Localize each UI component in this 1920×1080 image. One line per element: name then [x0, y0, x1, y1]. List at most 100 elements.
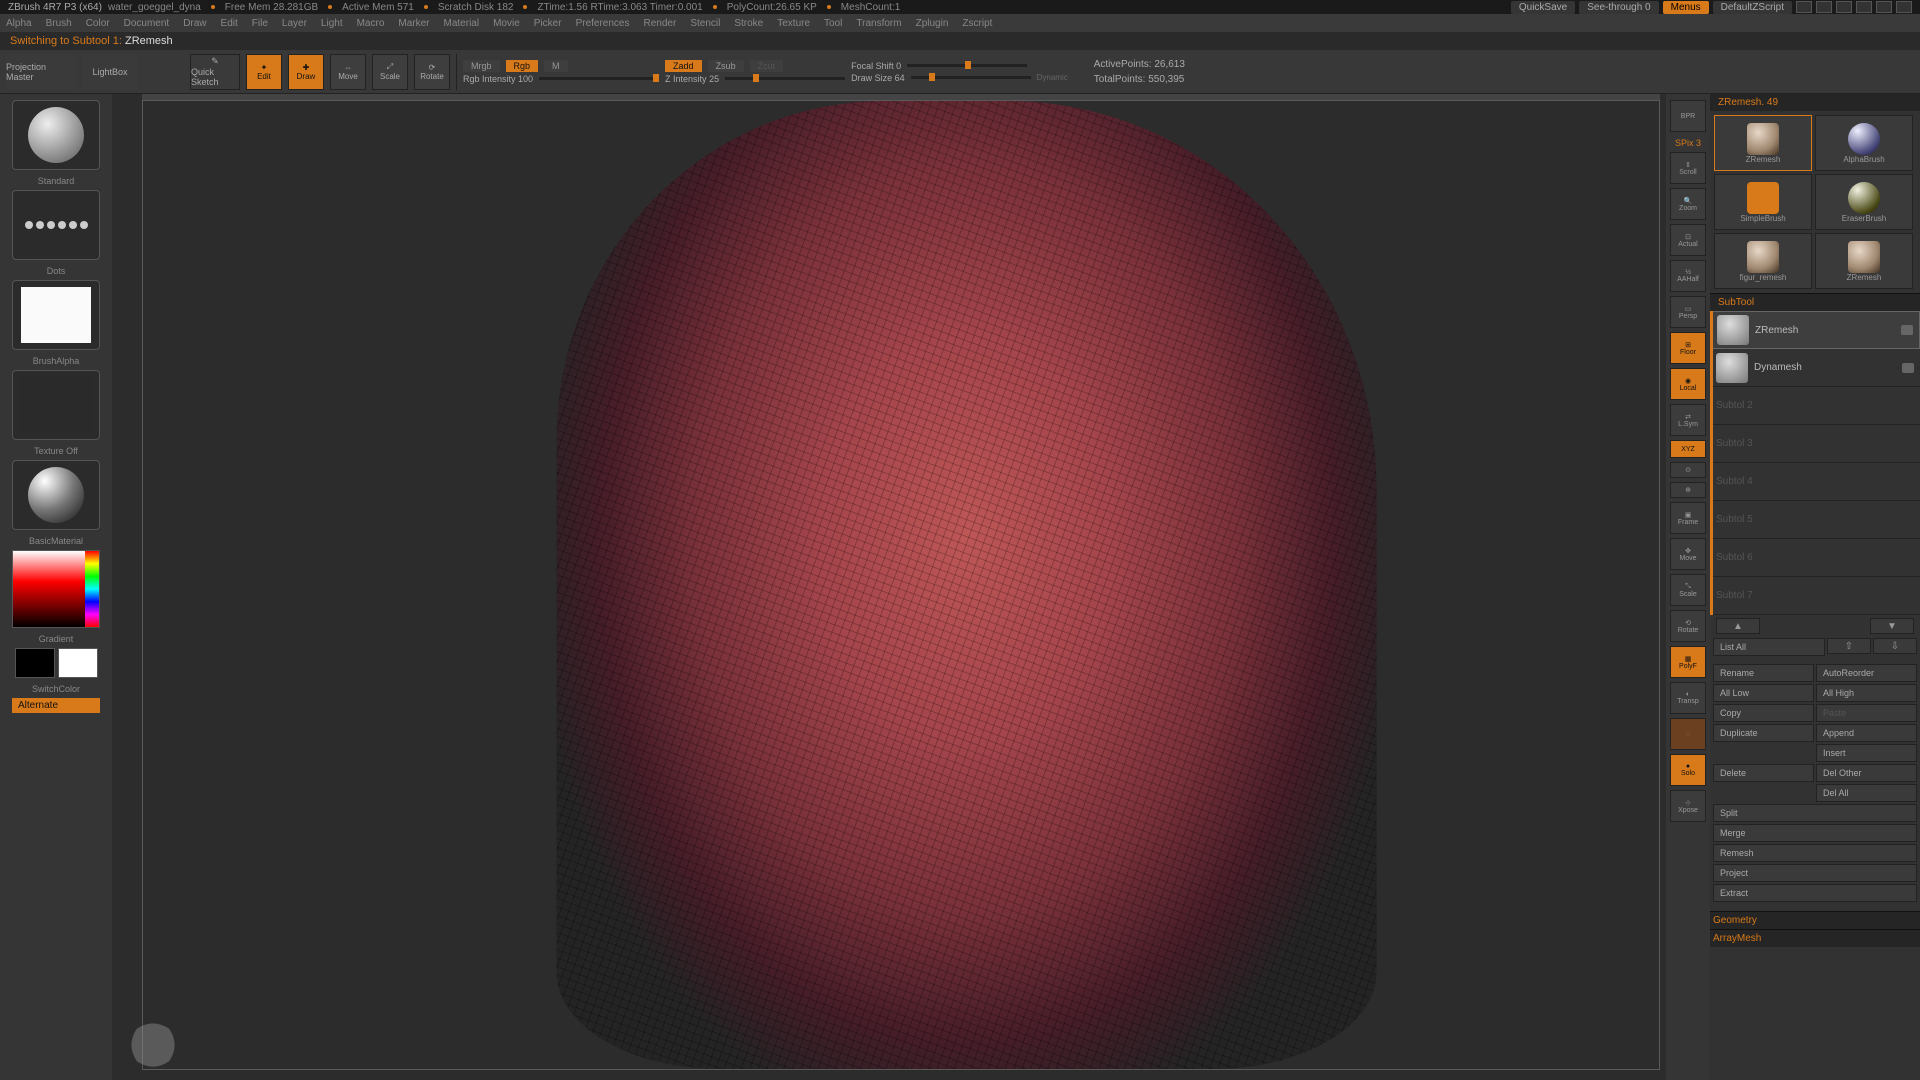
move-up-button[interactable]: ▲	[1716, 618, 1760, 634]
edit-button[interactable]: ✦Edit	[246, 54, 282, 90]
list-all-button[interactable]: List All	[1713, 638, 1825, 656]
move-button[interactable]: ⇔Move	[330, 54, 366, 90]
local-button[interactable]: ◉Local	[1670, 368, 1706, 400]
stroke-thumbnail[interactable]	[12, 190, 100, 260]
rgb-intensity-label[interactable]: Rgb Intensity 100	[463, 74, 533, 84]
bpr-button[interactable]: BPR	[1670, 100, 1706, 132]
all-high-button[interactable]: All High	[1816, 684, 1917, 702]
paste-button[interactable]: Paste	[1816, 704, 1917, 722]
menu-stencil[interactable]: Stencil	[690, 18, 720, 29]
menu-render[interactable]: Render	[644, 18, 677, 29]
tool-thumb[interactable]: ZRemesh	[1714, 115, 1812, 171]
menu-alpha[interactable]: Alpha	[6, 18, 32, 29]
menu-movie[interactable]: Movie	[493, 18, 520, 29]
close-icon[interactable]	[1896, 1, 1912, 13]
subtool-scrollbar[interactable]	[1710, 311, 1713, 615]
menu-draw[interactable]: Draw	[183, 18, 206, 29]
subtool-row[interactable]: Subtol 3	[1710, 425, 1920, 463]
insert-button[interactable]: Insert	[1816, 744, 1917, 762]
subtool-row[interactable]: Subtol 5	[1710, 501, 1920, 539]
alternate-button[interactable]: Alternate	[12, 698, 100, 713]
projection-master-button[interactable]: Projection Master	[6, 54, 76, 90]
menu-color[interactable]: Color	[86, 18, 110, 29]
subtool-row[interactable]: Subtol 7	[1710, 577, 1920, 615]
scroll-button[interactable]: ⇕Scroll	[1670, 152, 1706, 184]
tool-thumb[interactable]: ZRemesh	[1815, 233, 1913, 289]
arraymesh-header[interactable]: ArrayMesh	[1710, 929, 1920, 947]
primary-color[interactable]	[58, 648, 98, 678]
z-intensity-slider[interactable]	[725, 77, 845, 80]
quicksave-button[interactable]: QuickSave	[1511, 1, 1575, 14]
z-intensity-label[interactable]: Z Intensity 25	[665, 74, 719, 84]
menu-light[interactable]: Light	[321, 18, 343, 29]
menu-document[interactable]: Document	[124, 18, 170, 29]
brush-thumbnail[interactable]	[12, 100, 100, 170]
focal-shift-slider[interactable]	[907, 64, 1027, 67]
texture-thumbnail[interactable]	[12, 370, 100, 440]
del-other-button[interactable]: Del Other	[1816, 764, 1917, 782]
window-icon[interactable]	[1816, 1, 1832, 13]
scale-button[interactable]: ⤢Scale	[372, 54, 408, 90]
y-axis-button[interactable]: ⊙	[1670, 462, 1706, 478]
zadd-button[interactable]: Zadd	[665, 60, 702, 72]
draw-button[interactable]: ✚Draw	[288, 54, 324, 90]
aahalf-button[interactable]: ½AAHalf	[1670, 260, 1706, 292]
menu-layer[interactable]: Layer	[282, 18, 307, 29]
subtool-row[interactable]: Subtol 6	[1710, 539, 1920, 577]
autoreorder-button[interactable]: AutoReorder	[1816, 664, 1917, 682]
menu-macro[interactable]: Macro	[357, 18, 385, 29]
window-icon[interactable]	[1796, 1, 1812, 13]
rename-button[interactable]: Rename	[1713, 664, 1814, 682]
duplicate-button[interactable]: Duplicate	[1713, 724, 1814, 742]
menu-edit[interactable]: Edit	[221, 18, 238, 29]
menu-stroke[interactable]: Stroke	[734, 18, 763, 29]
merge-button[interactable]: Merge	[1713, 824, 1917, 842]
menu-tool[interactable]: Tool	[824, 18, 842, 29]
rgb-button[interactable]: Rgb	[506, 60, 539, 72]
subtool-row[interactable]: Subtol 2	[1710, 387, 1920, 425]
draw-size-label[interactable]: Draw Size 64	[851, 73, 905, 83]
gradient-label[interactable]: Gradient	[39, 634, 74, 644]
append-button[interactable]: Append	[1816, 724, 1917, 742]
m-button[interactable]: M	[544, 60, 568, 72]
seethrough-slider[interactable]: See-through 0	[1579, 1, 1658, 14]
menus-button[interactable]: Menus	[1663, 1, 1709, 14]
secondary-color[interactable]	[15, 648, 55, 678]
menu-zplugin[interactable]: Zplugin	[916, 18, 949, 29]
dynamic-label[interactable]: Dynamic	[1037, 73, 1068, 82]
quick-sketch-button[interactable]: ✎Quick Sketch	[190, 54, 240, 90]
scale-view-button[interactable]: ⤡Scale	[1670, 574, 1706, 606]
zoom-button[interactable]: 🔍Zoom	[1670, 188, 1706, 220]
move-view-button[interactable]: ✥Move	[1670, 538, 1706, 570]
subtool-row[interactable]: ZRemesh	[1710, 311, 1920, 349]
subtool-row[interactable]: Dynamesh	[1710, 349, 1920, 387]
lightbox-button[interactable]: LightBox	[82, 54, 138, 90]
xyz-button[interactable]: XYZ	[1670, 440, 1706, 458]
split-button[interactable]: Split	[1713, 804, 1917, 822]
copy-button[interactable]: Copy	[1713, 704, 1814, 722]
xpose-button[interactable]: ⊹Xpose	[1670, 790, 1706, 822]
zsub-button[interactable]: Zsub	[708, 60, 744, 72]
transp-button[interactable]: ◐Transp	[1670, 682, 1706, 714]
remesh-button[interactable]: Remesh	[1713, 844, 1917, 862]
maximize-icon[interactable]	[1876, 1, 1892, 13]
focal-shift-label[interactable]: Focal Shift 0	[851, 61, 901, 71]
arrow-up-button[interactable]: ⇧	[1827, 638, 1871, 654]
tool-thumb[interactable]: EraserBrush	[1815, 174, 1913, 230]
z-axis-button[interactable]: ⊕	[1670, 482, 1706, 498]
rotate-button[interactable]: ⟳Rotate	[414, 54, 450, 90]
move-down-button[interactable]: ▼	[1870, 618, 1914, 634]
lsym-button[interactable]: ⇄L.Sym	[1670, 404, 1706, 436]
menu-transform[interactable]: Transform	[856, 18, 901, 29]
geometry-header[interactable]: Geometry	[1710, 911, 1920, 929]
rgb-intensity-slider[interactable]	[539, 77, 659, 80]
defaultzscript-button[interactable]: DefaultZScript	[1713, 1, 1792, 14]
alpha-thumbnail[interactable]	[12, 280, 100, 350]
ghost-button[interactable]: ◌	[1670, 718, 1706, 750]
menu-texture[interactable]: Texture	[777, 18, 810, 29]
tool-thumb[interactable]: SimpleBrush	[1714, 174, 1812, 230]
del-all-button[interactable]: Del All	[1816, 784, 1917, 802]
solo-button[interactable]: ●Solo	[1670, 754, 1706, 786]
subtool-row[interactable]: Subtol 4	[1710, 463, 1920, 501]
menu-material[interactable]: Material	[444, 18, 480, 29]
